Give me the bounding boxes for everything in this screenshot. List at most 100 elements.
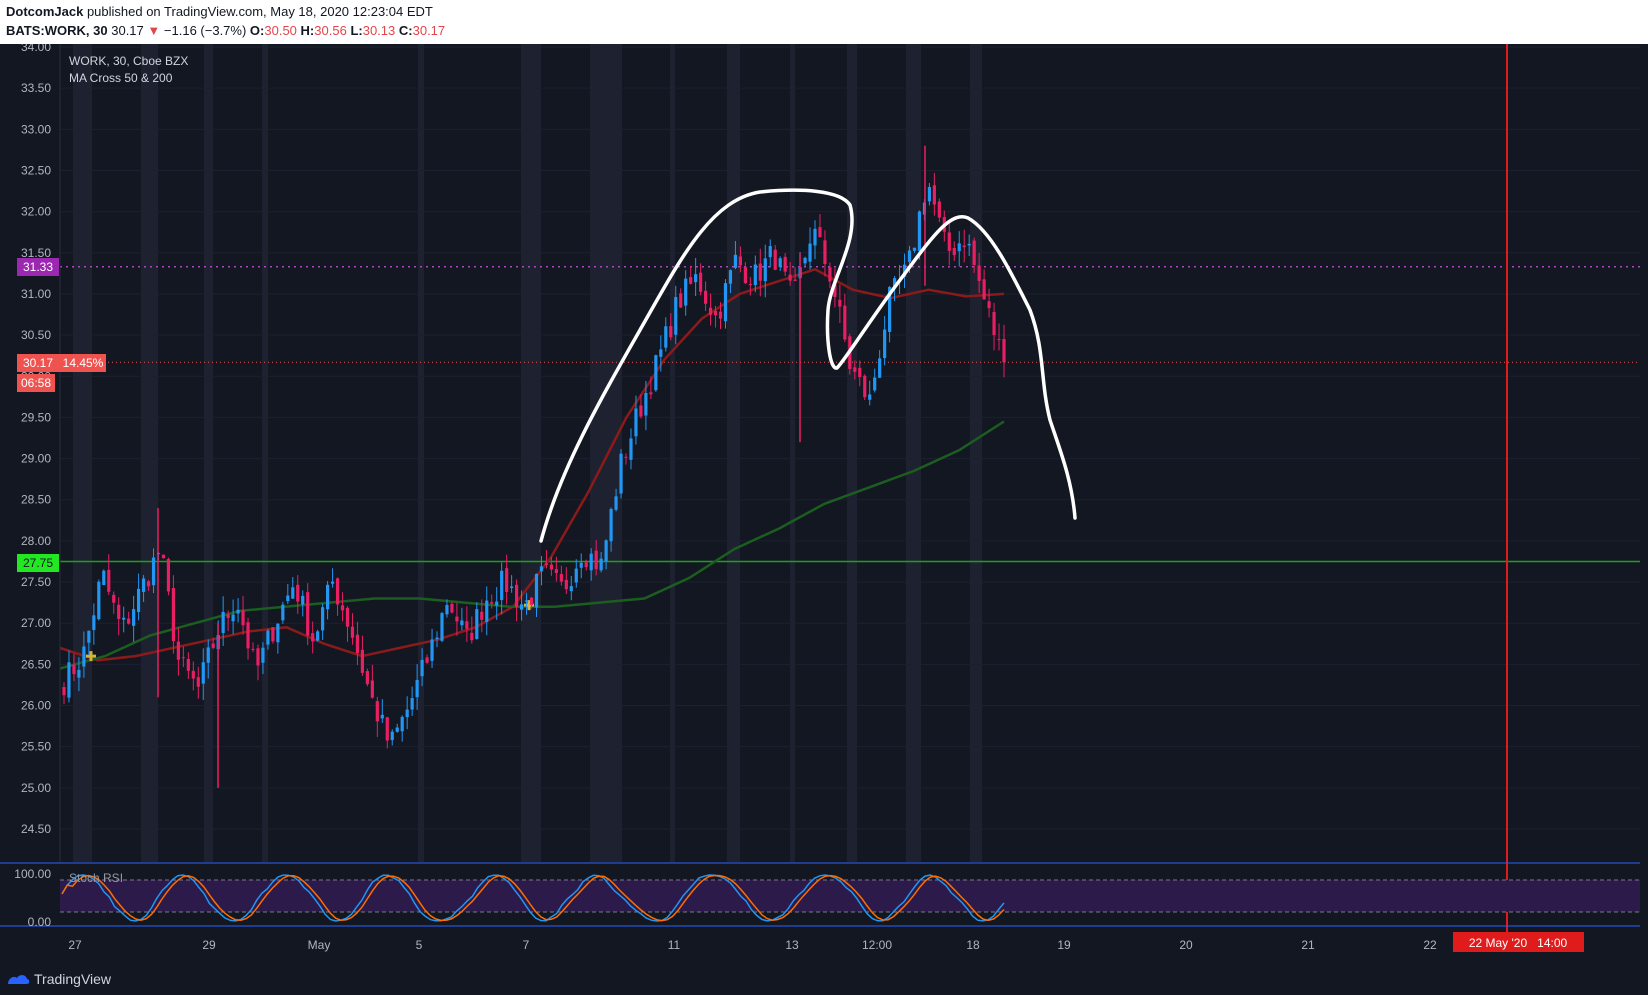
candle-body [196, 677, 200, 687]
candle-body [828, 267, 832, 282]
last-price: 30.17 [111, 23, 144, 38]
price-tick-label: 27.50 [21, 575, 51, 589]
time-tick-label: 19 [1057, 938, 1071, 952]
candle-body [778, 258, 782, 267]
candle-body [316, 631, 320, 641]
candle-body [72, 664, 76, 675]
price-tick-label: 29.00 [21, 452, 51, 466]
price-tick-label: 31.50 [21, 246, 51, 260]
candle-body [301, 595, 305, 605]
candle-body [122, 617, 126, 620]
candle-body [873, 377, 877, 391]
current-pct-tag: 14.45% [63, 356, 104, 370]
candle-body [296, 584, 300, 602]
price-tick-label: 28.00 [21, 534, 51, 548]
candle-body [644, 393, 648, 416]
price-tick-label: 28.50 [21, 493, 51, 507]
candle-body [92, 615, 96, 630]
candle-body [813, 228, 817, 246]
time-tag: 22 May '20 14:00 [1453, 932, 1584, 952]
candle-body [67, 662, 71, 698]
session-band [418, 44, 424, 862]
candle-body [405, 709, 409, 718]
candle-body [917, 211, 922, 252]
candle-body [962, 245, 966, 248]
candle-body [291, 587, 295, 599]
candle-body [564, 579, 568, 590]
candle-body [440, 613, 444, 641]
candle-body [325, 584, 330, 610]
candle-body [808, 243, 812, 262]
candle-body [62, 687, 66, 696]
candle-body [1002, 339, 1006, 363]
footer-brand[interactable]: TradingView [34, 971, 111, 987]
stoch-rsi-pane[interactable]: 100.00 0.00 [0, 862, 1640, 929]
candle-body [485, 600, 489, 622]
candle-body [793, 279, 797, 281]
close-value: 30.17 [412, 23, 446, 38]
session-band [262, 44, 268, 862]
stoch-tick-label: 100.00 [14, 867, 51, 881]
price-tick-label: 33.00 [21, 122, 51, 136]
candle-body [435, 637, 439, 640]
candle-body [549, 564, 554, 570]
candle-body [868, 394, 872, 400]
candle-body [281, 604, 285, 621]
candle-body [863, 375, 867, 398]
candle-body [321, 607, 325, 631]
candle-body [286, 595, 290, 602]
candle-body [112, 594, 116, 603]
price-tick-label: 26.50 [21, 657, 51, 671]
open-label: O: [249, 23, 265, 38]
candle-body [141, 578, 146, 592]
session-band [204, 44, 213, 862]
candle-body [723, 283, 728, 322]
candle-body [132, 609, 136, 626]
candle-body [460, 620, 464, 626]
candle-body [420, 659, 424, 677]
price-tick-label: 32.00 [21, 205, 51, 219]
price-change: −1.16 (−3.7%) [163, 23, 247, 38]
candle-body [594, 550, 598, 570]
time-tick-label: 5 [416, 938, 423, 952]
candle-body [982, 279, 986, 300]
price-tick-label: 32.50 [21, 163, 51, 177]
green-price-tag: 27.75 [23, 556, 53, 570]
candle-body [107, 569, 111, 592]
candle-body [738, 256, 743, 266]
candle-body [380, 714, 384, 719]
candle-body [495, 601, 499, 606]
time-tick-label: 21 [1301, 938, 1315, 952]
candle-body [878, 358, 882, 378]
candle-body [500, 570, 504, 601]
candle-body [410, 698, 414, 710]
candle-body [952, 247, 956, 256]
price-tick-label: 25.00 [21, 781, 51, 795]
price-tick-label: 30.50 [21, 328, 51, 342]
time-tick-label: 7 [523, 938, 530, 952]
candle-body [529, 597, 534, 605]
price-tick-label: 25.50 [21, 740, 51, 754]
footer: TradingView [0, 964, 1648, 995]
candle-body [703, 290, 708, 304]
candle-body [261, 647, 265, 663]
candle-body [171, 587, 176, 642]
candle-body [181, 657, 185, 659]
session-band [727, 44, 740, 862]
candle-body [967, 243, 971, 246]
author-name[interactable]: DotcomJack [6, 4, 83, 19]
session-band [970, 44, 982, 862]
candle-body [445, 604, 449, 615]
candle-body [689, 277, 693, 284]
low-label: L: [350, 23, 363, 38]
session-band [790, 44, 795, 862]
session-band [670, 44, 675, 862]
stoch-rsi-label: Stoch RSI [69, 871, 124, 885]
candle-body [589, 553, 593, 571]
candle-body [465, 621, 469, 629]
candle-body [231, 614, 235, 622]
candle-body [340, 605, 345, 611]
price-chart[interactable]: 34.00 33.50 33.00 32.50 32.00 31.50 31.00 30.50… [0, 44, 1648, 964]
candle-body [718, 311, 723, 319]
session-band [521, 44, 541, 862]
